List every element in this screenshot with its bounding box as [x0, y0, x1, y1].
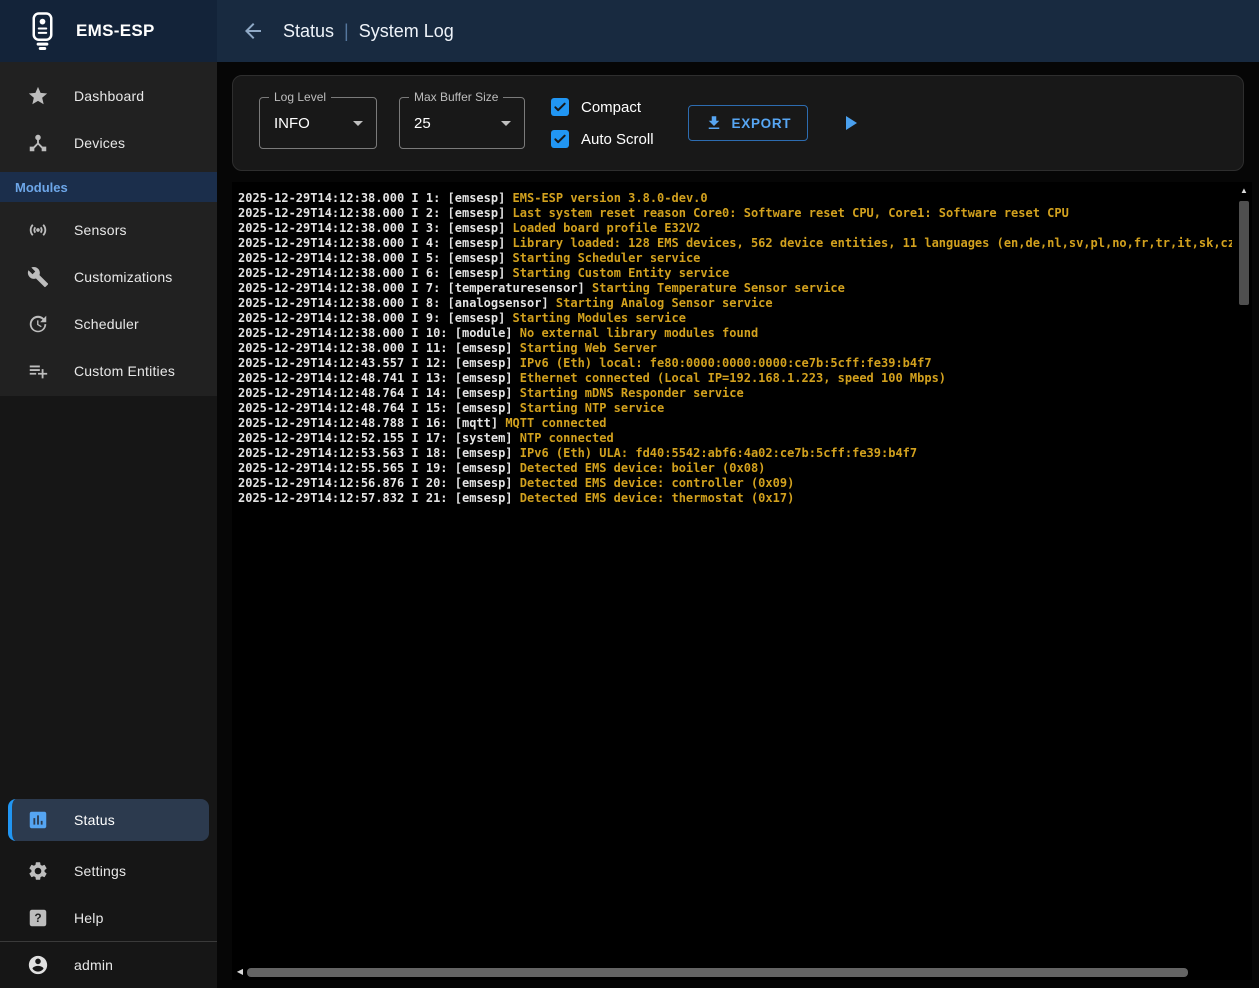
svg-text:?: ? — [34, 911, 41, 925]
sidebar-item-label: Custom Entities — [74, 363, 175, 379]
max-buffer-size-label: Max Buffer Size — [409, 90, 503, 104]
log-line: 2025-12-29T14:12:38.000 I 1: [emsesp] EM… — [238, 191, 1232, 206]
compact-checkbox[interactable] — [551, 98, 569, 116]
scroll-up-icon[interactable]: ▲ — [1237, 184, 1251, 198]
export-button[interactable]: EXPORT — [688, 105, 809, 141]
play-button[interactable] — [838, 111, 862, 135]
auto-scroll-checkbox-row[interactable]: Auto Scroll — [551, 130, 654, 148]
log-line: 2025-12-29T14:12:48.764 I 14: [emsesp] S… — [238, 386, 1232, 401]
modules-section-header: Modules — [0, 172, 217, 202]
sidebar-item-settings[interactable]: Settings — [0, 847, 217, 894]
auto-scroll-label: Auto Scroll — [581, 131, 654, 148]
device-hub-icon — [27, 132, 49, 154]
horizontal-scrollbar[interactable]: ◀ — [233, 965, 1236, 979]
log-line: 2025-12-29T14:12:43.557 I 12: [emsesp] I… — [238, 356, 1232, 371]
log-toolbar: Log Level INFO Max Buffer Size 25 Compac… — [232, 75, 1244, 171]
sidebar-item-label: Scheduler — [74, 316, 139, 332]
log-line: 2025-12-29T14:12:57.832 I 21: [emsesp] D… — [238, 491, 1232, 506]
compact-label: Compact — [581, 99, 641, 116]
sidebar-item-custom-entities[interactable]: Custom Entities — [0, 347, 217, 394]
log-level-select[interactable]: Log Level INFO — [259, 97, 377, 149]
arrow-back-icon — [241, 19, 265, 43]
settings-icon — [27, 860, 49, 882]
construction-icon — [27, 266, 49, 288]
sidebar-item-label: Status — [74, 812, 115, 828]
sidebar-user-label: admin — [74, 957, 113, 973]
main-content: Log Level INFO Max Buffer Size 25 Compac… — [217, 62, 1259, 988]
max-buffer-size-value: 25 — [414, 115, 431, 132]
log-level-value: INFO — [274, 115, 310, 132]
vertical-scrollbar-thumb[interactable] — [1239, 201, 1249, 305]
back-button[interactable] — [241, 19, 265, 43]
log-line: 2025-12-29T14:12:52.155 I 17: [system] N… — [238, 431, 1232, 446]
log-line: 2025-12-29T14:12:38.000 I 7: [temperatur… — [238, 281, 1232, 296]
sidebar-item-label: Dashboard — [74, 88, 144, 104]
sidebar-bottom: Status Settings? Help admin — [0, 799, 217, 988]
sidebar-item-status[interactable]: Status — [8, 799, 209, 841]
log-line: 2025-12-29T14:12:38.000 I 6: [emsesp] St… — [238, 266, 1232, 281]
help-icon: ? — [27, 907, 49, 929]
download-icon — [705, 114, 723, 132]
log-line: 2025-12-29T14:12:38.000 I 10: [module] N… — [238, 326, 1232, 341]
log-line: 2025-12-29T14:12:38.000 I 4: [emsesp] Li… — [238, 236, 1232, 251]
max-buffer-size-select[interactable]: Max Buffer Size 25 — [399, 97, 525, 149]
log-level-label: Log Level — [269, 90, 331, 104]
breadcrumb-separator: | — [344, 21, 349, 42]
log-line: 2025-12-29T14:12:53.563 I 18: [emsesp] I… — [238, 446, 1232, 461]
log-options: Compact Auto Scroll — [551, 98, 654, 148]
log-line: 2025-12-29T14:12:38.000 I 5: [emsesp] St… — [238, 251, 1232, 266]
star-icon — [27, 85, 49, 107]
log-line: 2025-12-29T14:12:55.565 I 19: [emsesp] D… — [238, 461, 1232, 476]
log-output: 2025-12-29T14:12:38.000 I 1: [emsesp] EM… — [238, 191, 1232, 960]
breadcrumb-page: System Log — [359, 21, 454, 42]
brand-area: EMS-ESP — [0, 0, 217, 62]
vertical-scrollbar[interactable]: ▲ — [1237, 184, 1251, 964]
log-line: 2025-12-29T14:12:48.788 I 16: [mqtt] MQT… — [238, 416, 1232, 431]
sensors-icon — [27, 219, 49, 241]
log-line: 2025-12-29T14:12:38.000 I 8: [analogsens… — [238, 296, 1232, 311]
account-circle-icon — [27, 954, 49, 976]
play-icon — [838, 111, 862, 135]
log-line: 2025-12-29T14:12:38.000 I 2: [emsesp] La… — [238, 206, 1232, 221]
log-line: 2025-12-29T14:12:38.000 I 3: [emsesp] Lo… — [238, 221, 1232, 236]
sidebar-item-label: Devices — [74, 135, 125, 151]
auto-scroll-checkbox[interactable] — [551, 130, 569, 148]
export-button-label: EXPORT — [732, 116, 792, 131]
log-line: 2025-12-29T14:12:48.764 I 15: [emsesp] S… — [238, 401, 1232, 416]
ems-esp-app: EMS-ESP Status | System Log Dashboard Dev… — [0, 0, 1259, 988]
log-line: 2025-12-29T14:12:38.000 I 9: [emsesp] St… — [238, 311, 1232, 326]
breadcrumb-section: Status — [283, 21, 334, 42]
sidebar-item-label: Customizations — [74, 269, 173, 285]
chevron-down-icon — [494, 111, 518, 135]
sidebar-item-admin[interactable]: admin — [0, 941, 217, 988]
playlist-add-icon — [27, 360, 49, 382]
ems-esp-logo-icon — [26, 11, 59, 51]
sidebar-item-customizations[interactable]: Customizations — [0, 253, 217, 300]
log-console: 2025-12-29T14:12:38.000 I 1: [emsesp] EM… — [232, 182, 1252, 980]
sidebar-upper: Dashboard Devices Modules Sensors Customiz… — [0, 62, 217, 396]
sidebar: Dashboard Devices Modules Sensors Customiz… — [0, 62, 217, 988]
app-header: EMS-ESP Status | System Log — [0, 0, 1259, 62]
analytics-icon — [27, 809, 49, 831]
check-icon — [552, 131, 568, 147]
compact-checkbox-row[interactable]: Compact — [551, 98, 654, 116]
sidebar-item-label: Sensors — [74, 222, 127, 238]
sidebar-item-dashboard[interactable]: Dashboard — [0, 72, 217, 119]
sidebar-item-help[interactable]: ? Help — [0, 894, 217, 941]
chevron-down-icon — [346, 111, 370, 135]
sidebar-item-devices[interactable]: Devices — [0, 119, 217, 166]
sidebar-item-label: Settings — [74, 863, 126, 879]
log-line: 2025-12-29T14:12:48.741 I 13: [emsesp] E… — [238, 371, 1232, 386]
app-title: EMS-ESP — [76, 21, 155, 41]
update-icon — [27, 313, 49, 335]
sidebar-item-scheduler[interactable]: Scheduler — [0, 300, 217, 347]
breadcrumb: Status | System Log — [283, 21, 454, 42]
check-icon — [552, 99, 568, 115]
log-line: 2025-12-29T14:12:38.000 I 11: [emsesp] S… — [238, 341, 1232, 356]
sidebar-item-sensors[interactable]: Sensors — [0, 206, 217, 253]
sidebar-item-label: Help — [74, 910, 104, 926]
log-line: 2025-12-29T14:12:56.876 I 20: [emsesp] D… — [238, 476, 1232, 491]
horizontal-scrollbar-thumb[interactable] — [247, 968, 1188, 977]
scroll-left-icon[interactable]: ◀ — [233, 965, 247, 979]
